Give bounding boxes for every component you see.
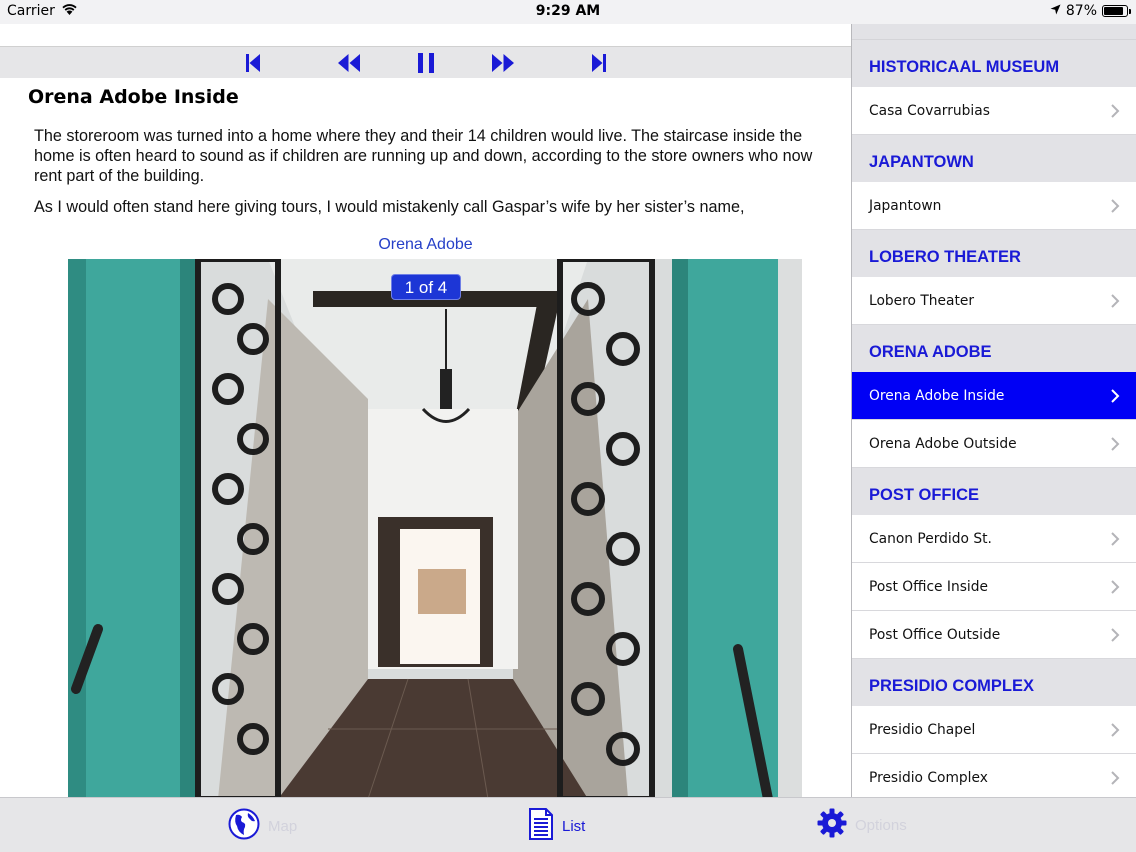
list-item[interactable]: Post Office Outside xyxy=(852,611,1136,659)
image-counter-badge: 1 of 4 xyxy=(391,274,461,300)
chevron-right-icon xyxy=(1110,198,1120,214)
skip-to-end-icon[interactable] xyxy=(584,51,614,75)
sidebar-top-spacer xyxy=(852,24,1136,40)
list-item-label: Post Office Inside xyxy=(869,578,988,595)
tab-bar: Map List Options xyxy=(0,797,1136,852)
list-item[interactable]: Canon Perdido St. xyxy=(852,515,1136,563)
list-item-selected[interactable]: Orena Adobe Inside xyxy=(852,372,1136,420)
list-item[interactable]: Lobero Theater xyxy=(852,277,1136,325)
chevron-right-icon xyxy=(1110,531,1120,547)
globe-icon xyxy=(228,808,260,844)
location-arrow-icon xyxy=(1050,3,1061,19)
tab-list[interactable]: List xyxy=(528,808,585,844)
list-item-label: Orena Adobe Inside xyxy=(869,387,1005,404)
page-title: Orena Adobe Inside xyxy=(28,86,239,108)
status-bar: Carrier 9:29 AM 87% xyxy=(0,0,1136,24)
tab-map[interactable]: Map xyxy=(228,808,297,844)
image-caption: Orena Adobe xyxy=(378,236,473,253)
list-item-label: Post Office Outside xyxy=(869,626,1001,643)
document-list-icon xyxy=(528,808,554,844)
tab-label: Options xyxy=(855,816,907,834)
chevron-right-icon xyxy=(1110,722,1120,738)
list-item[interactable]: Casa Covarrubias xyxy=(852,87,1136,135)
list-item[interactable]: Japantown xyxy=(852,182,1136,230)
chevron-right-icon xyxy=(1110,103,1120,119)
chevron-right-icon xyxy=(1110,579,1120,595)
chevron-right-icon xyxy=(1110,627,1120,643)
location-list-sidebar: HISTORICAAL MUSEUM Casa Covarrubias JAPA… xyxy=(851,24,1136,797)
list-item-label: Presidio Chapel xyxy=(869,721,976,738)
list-item-label: Casa Covarrubias xyxy=(869,102,990,119)
pause-icon[interactable] xyxy=(411,51,441,75)
article-paragraph: As I would often stand here giving tours… xyxy=(34,198,745,216)
clock: 9:29 AM xyxy=(535,3,601,19)
list-item-label: Lobero Theater xyxy=(869,292,975,309)
section-header: PRESIDIO COMPLEX xyxy=(852,659,1136,706)
list-item[interactable]: Post Office Inside xyxy=(852,563,1136,611)
list-item[interactable]: Presidio Chapel xyxy=(852,706,1136,754)
battery-icon xyxy=(1102,5,1131,17)
list-item-label: Canon Perdido St. xyxy=(869,530,992,547)
section-header: HISTORICAAL MUSEUM xyxy=(852,40,1136,87)
chevron-right-icon xyxy=(1110,770,1120,786)
section-header: ORENA ADOBE xyxy=(852,325,1136,372)
fast-forward-icon[interactable] xyxy=(488,51,518,75)
list-item-label: Orena Adobe Outside xyxy=(869,435,1017,452)
section-header: POST OFFICE xyxy=(852,468,1136,515)
location-photo[interactable] xyxy=(68,259,802,797)
chevron-right-icon xyxy=(1110,388,1120,404)
gear-icon xyxy=(817,808,847,842)
media-control-bar xyxy=(0,46,851,78)
tab-options[interactable]: Options xyxy=(817,808,907,842)
list-item[interactable]: Presidio Complex xyxy=(852,754,1136,797)
list-item-label: Presidio Complex xyxy=(869,769,988,786)
rewind-icon[interactable] xyxy=(334,51,364,75)
section-header: LOBERO THEATER xyxy=(852,230,1136,277)
chevron-right-icon xyxy=(1110,293,1120,309)
chevron-right-icon xyxy=(1110,436,1120,452)
tab-label: List xyxy=(562,817,586,835)
content-pane: Orena Adobe Inside The storeroom was tur… xyxy=(0,24,851,797)
skip-to-start-icon[interactable] xyxy=(238,51,268,75)
list-item-label: Japantown xyxy=(869,197,942,214)
article-paragraph: The storeroom was turned into a home whe… xyxy=(34,127,813,185)
tab-label: Map xyxy=(268,817,298,835)
article-body: The storeroom was turned into a home whe… xyxy=(34,126,824,228)
list-item[interactable]: Orena Adobe Outside xyxy=(852,420,1136,468)
section-header: JAPANTOWN xyxy=(852,135,1136,182)
battery-percent: 87% xyxy=(1065,3,1097,19)
